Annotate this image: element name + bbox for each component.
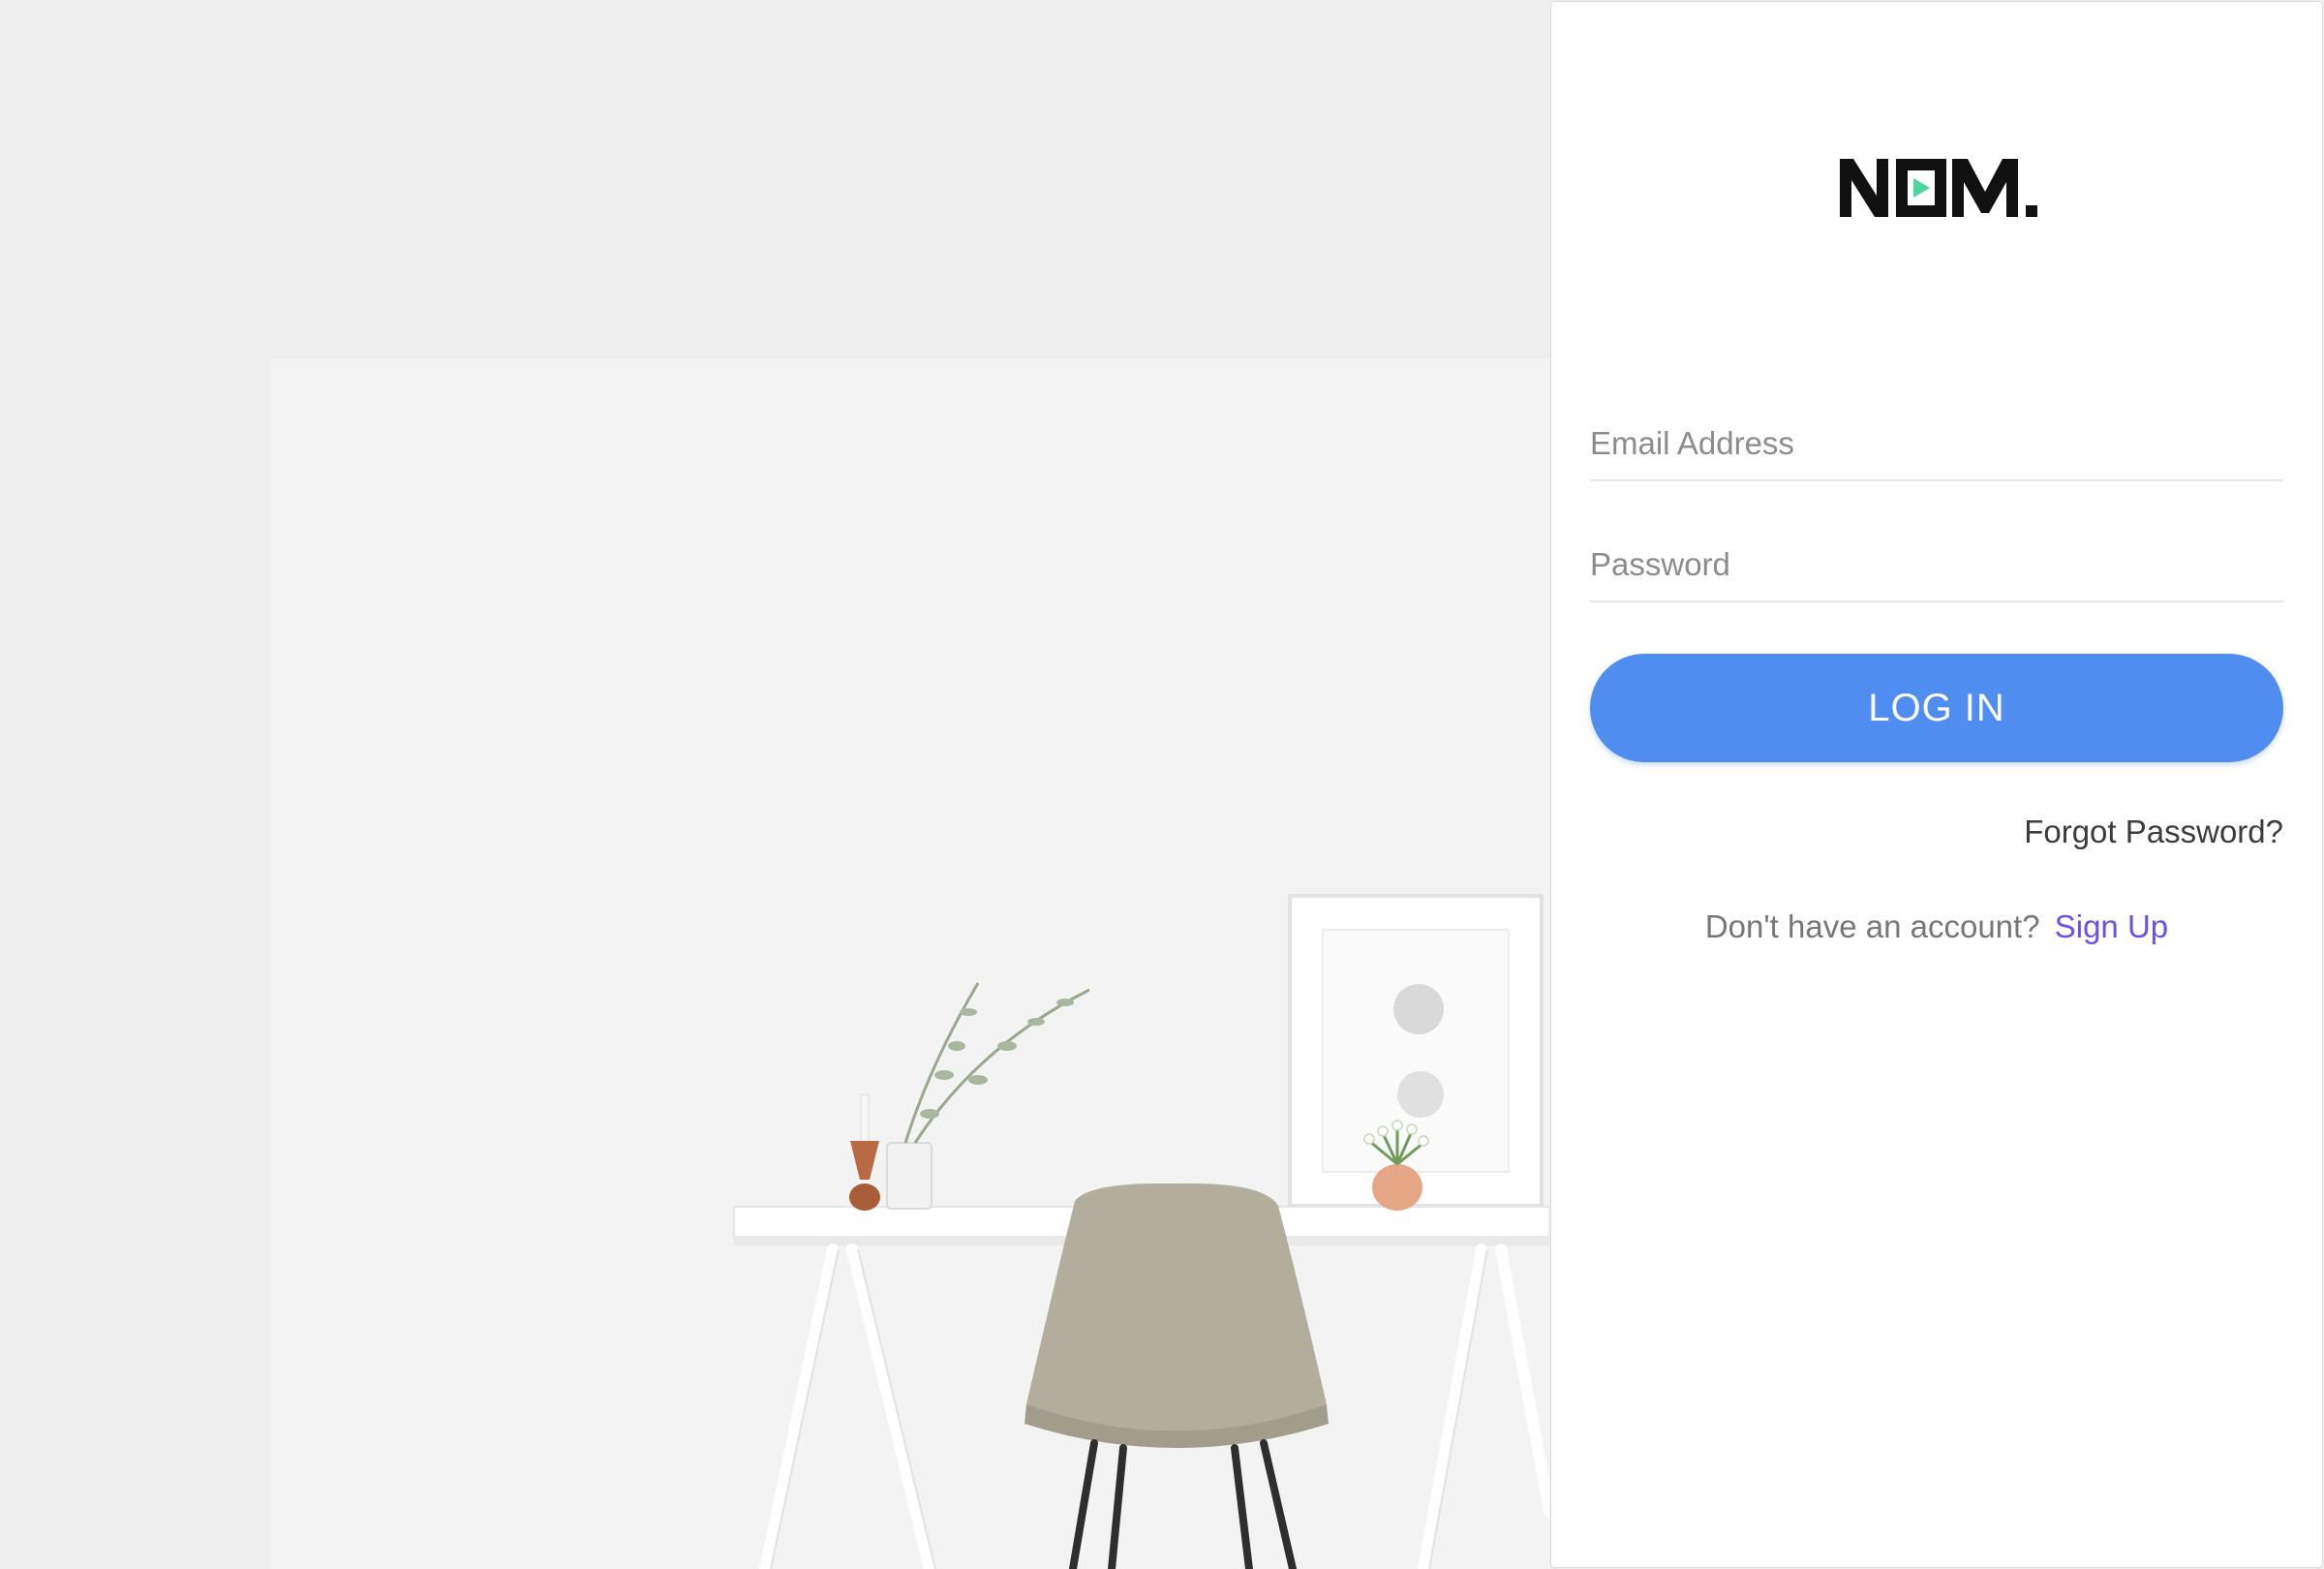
picture-frame bbox=[1288, 894, 1544, 1208]
password-input[interactable] bbox=[1590, 540, 2283, 589]
forgot-password-link[interactable]: Forgot Password? bbox=[2024, 814, 2283, 850]
noom-logo bbox=[1840, 159, 2037, 217]
no-account-text: Don't have an account? bbox=[1704, 908, 2040, 944]
login-button[interactable]: LOG IN bbox=[1590, 654, 2283, 762]
email-input[interactable] bbox=[1590, 419, 2283, 468]
password-field[interactable] bbox=[1590, 525, 2283, 602]
signup-link[interactable]: Sign Up bbox=[2055, 908, 2168, 944]
email-field[interactable] bbox=[1590, 404, 2283, 481]
background-scene bbox=[0, 0, 1549, 1569]
login-panel: LOG IN Forgot Password? Don't have an ac… bbox=[1550, 1, 2323, 1568]
login-page: LOG IN Forgot Password? Don't have an ac… bbox=[0, 0, 2324, 1569]
desk-scene-illustration bbox=[0, 0, 1549, 1569]
signup-prompt: Don't have an account? Sign Up bbox=[1551, 908, 2322, 945]
